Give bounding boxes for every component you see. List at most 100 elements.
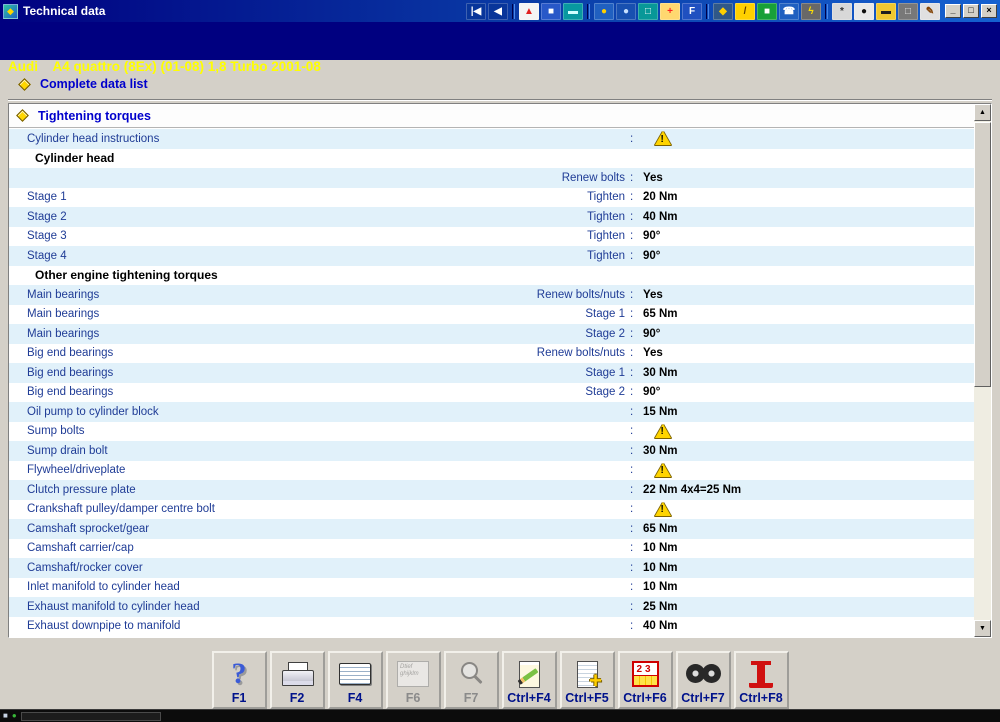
row-colon: : <box>630 347 633 359</box>
gear-icon[interactable]: * <box>832 3 852 20</box>
button-ctrl-f8[interactable]: Ctrl+F8 <box>734 651 789 709</box>
desktop-icon[interactable]: □ <box>898 3 918 20</box>
taskbar-app-icon[interactable]: ● <box>12 712 17 720</box>
button-icon-area: ? <box>214 656 265 692</box>
row-label: Camshaft sprocket/gear <box>27 523 149 535</box>
button-f6: Dtief ghijklmF6 <box>386 651 441 709</box>
row-value: 25 Nm <box>643 601 678 613</box>
car-lift-icon[interactable]: ▬ <box>876 3 896 20</box>
row-colon: : <box>630 425 633 437</box>
row-value: 90° <box>643 230 660 242</box>
file-icon[interactable]: F <box>682 3 702 20</box>
complete-data-list-bar[interactable]: Complete data list <box>16 73 148 95</box>
table-row: Big end bearingsStage 2:90° <box>9 383 974 403</box>
taskbar: ■● <box>0 709 1000 722</box>
alert-icon[interactable]: ▲ <box>519 3 539 20</box>
scrollbar-up-button[interactable]: ▲ <box>974 104 991 121</box>
minimize-button[interactable]: _ <box>945 4 961 18</box>
taskbar-button[interactable] <box>21 712 161 721</box>
row-colon: : <box>630 172 633 184</box>
table-row: Stage 4Tighten:90° <box>9 246 974 266</box>
row-colon: : <box>630 133 633 145</box>
toolbar-separator <box>512 4 515 19</box>
button-label: F7 <box>446 691 497 705</box>
spark-icon[interactable]: ϟ <box>801 3 821 20</box>
maximize-button[interactable]: □ <box>963 4 979 18</box>
row-label: Big end bearings <box>27 386 113 398</box>
row-mid-label: Renew bolts/nuts <box>339 347 625 359</box>
row-colon: : <box>630 250 633 262</box>
vertical-scrollbar[interactable]: ▲ ▼ <box>974 104 991 637</box>
monitor-icon[interactable]: □ <box>638 3 658 20</box>
row-value: 90° <box>643 328 660 340</box>
button-icon-area: 23 <box>620 656 671 692</box>
button-ctrl-f7[interactable]: Ctrl+F7 <box>676 651 731 709</box>
table-row: Sump bolts: <box>9 422 974 442</box>
section-header-row: Other engine tightening torques <box>9 266 974 286</box>
row-value: 40 Nm <box>643 620 678 632</box>
notes-icon[interactable]: ✎ <box>920 3 940 20</box>
row-colon: : <box>630 620 633 632</box>
button-f2[interactable]: F2 <box>270 651 325 709</box>
vehicle-header: Audi A4 quattro (8Ex) (01-08) 1,8 Turbo … <box>0 22 1000 60</box>
button-label: Ctrl+F7 <box>678 691 729 705</box>
tightening-torques-bar[interactable]: Tightening torques <box>9 104 974 128</box>
row-value: 65 Nm <box>643 308 678 320</box>
close-button[interactable]: × <box>981 4 997 18</box>
jack-icon <box>757 662 765 687</box>
table-row: Flywheel/driveplate: <box>9 461 974 481</box>
nav-first-icon[interactable]: |◀ <box>466 3 486 20</box>
calendar-icon: 23 <box>632 661 659 687</box>
row-mid-label: Tighten <box>339 250 625 262</box>
button-ctrl-f5[interactable]: Ctrl+F5 <box>560 651 615 709</box>
table-row: Exhaust downpipe to manifold:40 Nm <box>9 617 974 637</box>
button-f1[interactable]: ?F1 <box>212 651 267 709</box>
diamond-icon <box>18 78 31 91</box>
globe-icon[interactable]: ● <box>594 3 614 20</box>
taskbar-window-icon[interactable]: ■ <box>3 712 8 720</box>
document-plus-icon <box>574 661 600 688</box>
table-row: Stage 2Tighten:40 Nm <box>9 207 974 227</box>
row-label: Big end bearings <box>27 367 113 379</box>
app-window: { "window": { "title": "Technical data" … <box>0 0 1000 722</box>
button-ctrl-f6[interactable]: 23Ctrl+F6 <box>618 651 673 709</box>
scrollbar-down-button[interactable]: ▼ <box>974 620 991 637</box>
service-icon[interactable]: + <box>660 3 680 20</box>
row-mid-label: Tighten <box>339 230 625 242</box>
row-label: Main bearings <box>27 308 99 320</box>
row-label: Crankshaft pulley/damper centre bolt <box>27 503 215 515</box>
button-ctrl-f4[interactable]: Ctrl+F4 <box>502 651 557 709</box>
battery-icon[interactable]: ■ <box>757 3 777 20</box>
nav-back-icon[interactable]: ◀ <box>488 3 508 20</box>
row-colon: : <box>630 445 633 457</box>
row-label: Main bearings <box>27 289 99 301</box>
table-row: Main bearingsRenew bolts/nuts:Yes <box>9 285 974 305</box>
button-label: Ctrl+F4 <box>504 691 555 705</box>
row-colon: : <box>630 191 633 203</box>
chart-icon[interactable]: ◆ <box>713 3 733 20</box>
manual-icon[interactable]: ■ <box>541 3 561 20</box>
row-label: Camshaft/rocker cover <box>27 562 143 574</box>
row-mid-label: Tighten <box>339 191 625 203</box>
gauge-icon[interactable]: ● <box>616 3 636 20</box>
button-label: F2 <box>272 691 323 705</box>
row-colon: : <box>630 386 633 398</box>
question-mark-icon: ? <box>232 659 247 689</box>
magnifier-icon <box>457 660 485 688</box>
row-label: Stage 2 <box>27 211 67 223</box>
wrench-icon[interactable]: / <box>735 3 755 20</box>
table-row: Stage 3Tighten:90° <box>9 227 974 247</box>
row-mid-label: Stage 2 <box>339 328 625 340</box>
screen-icon[interactable]: ▬ <box>563 3 583 20</box>
warning-icon <box>655 131 671 145</box>
button-f4[interactable]: F4 <box>328 651 383 709</box>
table-row: Cylinder head instructions: <box>9 129 974 149</box>
app-icon: ◆ <box>3 4 18 19</box>
dial-icon[interactable]: ● <box>854 3 874 20</box>
row-colon: : <box>630 484 633 496</box>
titlebar-toolbar: |◀◀▲■▬●●□+F◆/■☎ϟ*●▬□✎ <box>466 3 940 20</box>
phone-icon[interactable]: ☎ <box>779 3 799 20</box>
section-divider <box>8 99 992 101</box>
row-colon: : <box>630 542 633 554</box>
scrollbar-thumb[interactable] <box>974 122 991 387</box>
